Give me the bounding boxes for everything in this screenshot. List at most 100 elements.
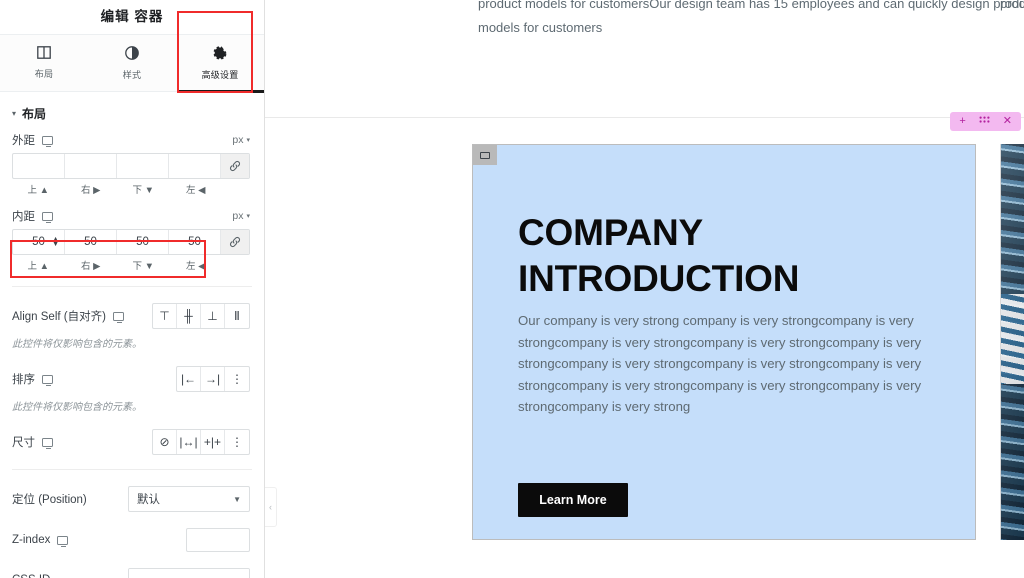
position-select[interactable]: 默认 ▼ (128, 486, 250, 512)
position-label: 定位 (Position) (12, 494, 87, 506)
zindex-input[interactable] (186, 528, 250, 552)
desktop-icon[interactable] (42, 374, 53, 386)
padding-unit-select[interactable]: px ▾ (232, 210, 250, 222)
canvas-top-paragraph-right: product models for customers quickly de (1000, 0, 1024, 11)
padding-unit-label: px (232, 210, 244, 222)
element-toolbar: + ✕ (950, 112, 1021, 131)
margin-label-wrap: 外距 (12, 132, 53, 148)
margin-field: 外距 px ▾ 上 ▲ 右 ▶ 下 ▼ 左 ◀ (0, 132, 264, 196)
section-header-label: 布局 (22, 107, 47, 121)
chevron-down-icon: ▼ (233, 494, 241, 504)
margin-label: 外距 (12, 135, 35, 147)
hero-body-text: Our company is very strong company is ve… (518, 313, 922, 415)
margin-bottom-input[interactable] (117, 160, 168, 172)
panel-tabs: 布局 样式 高级设置 (0, 11, 264, 93)
margin-top-cell (13, 154, 65, 178)
margin-inputs (12, 153, 250, 179)
zindex-row: Z-index (0, 528, 264, 552)
order-last-icon[interactable]: →| (201, 367, 225, 391)
learn-more-button[interactable]: Learn More (518, 483, 628, 517)
tab-layout-label: 布局 (34, 69, 54, 79)
margin-unit-select[interactable]: px ▾ (232, 134, 250, 146)
contrast-icon (125, 45, 139, 62)
desktop-icon[interactable] (42, 437, 53, 449)
hero-container[interactable]: COMPANY INTRODUCTION Our company is very… (472, 144, 976, 540)
padding-bottom-cell (117, 230, 169, 254)
tab-advanced-settings[interactable]: 高级设置 (176, 35, 264, 91)
margin-unit-label: px (232, 134, 244, 146)
desktop-icon[interactable] (112, 311, 124, 323)
margin-right-label: 右 ▶ (81, 185, 101, 196)
app-root: 编辑 容器 布局 样式 高级设置 ▾ 布局 外距 px ▾ 上 ▲ 右 ▶ 下 … (0, 0, 1024, 578)
desktop-icon[interactable] (57, 535, 69, 547)
label-spacer (222, 182, 250, 196)
divider (12, 469, 252, 470)
cssid-input[interactable] (129, 569, 249, 578)
panel-collapse-handle[interactable]: ‹ (265, 487, 277, 527)
size-shrink-icon[interactable]: +|+ (201, 430, 225, 454)
chevron-down-icon: ▾ (246, 213, 250, 220)
margin-bottom-label: 下 ▼ (132, 185, 155, 196)
divider (12, 286, 252, 287)
padding-label: 内距 (12, 211, 35, 223)
desktop-icon[interactable] (42, 135, 53, 147)
padding-right-label: 右 ▶ (81, 261, 101, 272)
add-element-icon[interactable]: + (959, 116, 965, 127)
padding-label-row: 内距 px ▾ (12, 208, 250, 224)
editor-panel: 编辑 容器 布局 样式 高级设置 ▾ 布局 外距 px ▾ 上 ▲ 右 ▶ 下 … (0, 0, 265, 578)
margin-top-label: 上 ▲ (27, 185, 50, 196)
margin-left-input[interactable] (169, 160, 220, 172)
padding-left-cell (169, 230, 221, 254)
padding-link-toggle[interactable] (221, 230, 249, 254)
padding-field: 内距 px ▾ ▲▼ (0, 208, 264, 272)
order-first-icon[interactable]: |← (177, 367, 201, 391)
tab-layout[interactable]: 布局 (0, 35, 88, 91)
close-icon[interactable]: ✕ (1003, 116, 1012, 127)
align-self-hint: 此控件将仅影响包含的元素。 (12, 339, 142, 350)
align-stretch-icon[interactable]: Ⅱ (225, 304, 249, 328)
margin-right-cell (65, 154, 117, 178)
padding-top-stepper[interactable]: ▲ ▼ (52, 236, 59, 248)
desktop-icon[interactable] (42, 211, 53, 223)
canvas-stage: ‹ COMPANY INTRODUCTION Our company is ve… (265, 119, 1024, 578)
cssid-row: CSS ID (0, 568, 264, 578)
align-start-icon[interactable]: ⊤ (153, 304, 177, 328)
hero-title: COMPANY INTRODUCTION (518, 211, 800, 299)
margin-label-row: 外距 px ▾ (12, 132, 250, 148)
margin-link-toggle[interactable] (221, 154, 249, 178)
side-building-image (1000, 144, 1024, 540)
section-header-layout[interactable]: ▾ 布局 (0, 92, 264, 132)
label-spacer (222, 258, 250, 272)
zindex-label-wrap: Z-index (12, 534, 69, 547)
margin-left-cell (169, 154, 221, 178)
margin-right-input[interactable] (65, 160, 116, 172)
padding-bottom-input[interactable] (117, 236, 168, 248)
cssid-label: CSS ID (12, 574, 50, 578)
size-grow-icon[interactable]: |↔| (177, 430, 201, 454)
padding-right-input[interactable] (65, 236, 116, 248)
order-more-icon[interactable]: ⋮ (225, 367, 249, 391)
padding-top-label: 上 ▲ (27, 261, 50, 272)
columns-icon (37, 46, 51, 61)
size-label-wrap: 尺寸 (12, 434, 53, 450)
align-center-icon[interactable]: ╫ (177, 304, 201, 328)
margin-left-label: 左 ◀ (186, 185, 206, 196)
container-icon[interactable] (473, 145, 497, 165)
gear-icon (213, 45, 227, 62)
padding-left-label: 左 ◀ (186, 261, 206, 272)
align-self-label-wrap: Align Self (自对齐) (12, 308, 124, 324)
position-row: 定位 (Position) 默认 ▼ (0, 486, 264, 512)
active-tab-underline (177, 90, 264, 93)
size-none-icon[interactable]: ⊘ (153, 430, 177, 454)
align-end-icon[interactable]: ⊥ (201, 304, 225, 328)
order-label: 排序 (12, 374, 35, 386)
padding-left-input[interactable] (169, 236, 220, 248)
align-self-buttons: ⊤ ╫ ⊥ Ⅱ (152, 303, 250, 329)
drag-handle-icon[interactable] (979, 116, 990, 128)
size-more-icon[interactable]: ⋮ (225, 430, 249, 454)
tab-style[interactable]: 样式 (88, 35, 176, 91)
align-self-row: Align Self (自对齐) ⊤ ╫ ⊥ Ⅱ (0, 303, 264, 329)
margin-bottom-cell (117, 154, 169, 178)
margin-top-input[interactable] (13, 160, 64, 172)
size-buttons: ⊘ |↔| +|+ ⋮ (152, 429, 250, 455)
